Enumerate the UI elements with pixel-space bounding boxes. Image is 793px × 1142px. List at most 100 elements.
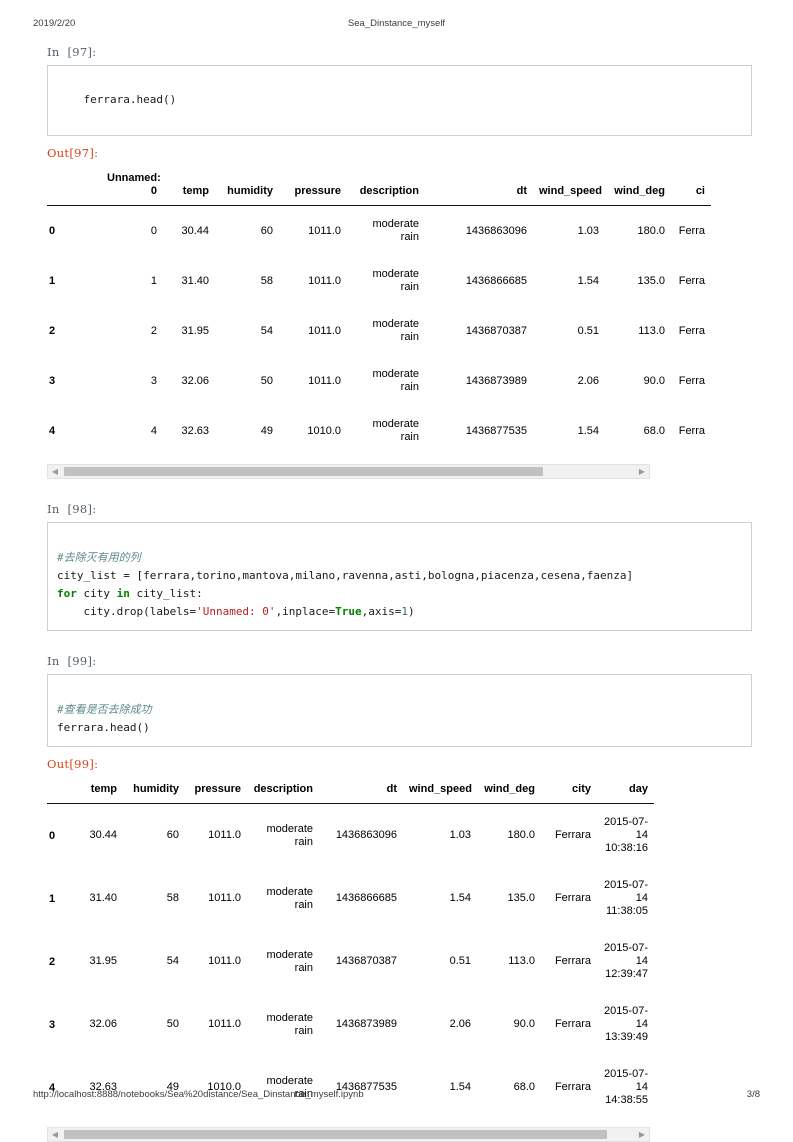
column-header-description: description xyxy=(247,780,319,804)
row-index: 1 xyxy=(49,892,56,905)
table-header-row: temp humidity pressure description dt wi… xyxy=(47,780,654,804)
cell-pressure: 1011.0 xyxy=(308,374,341,387)
row-index: 2 xyxy=(49,325,56,337)
cell-temp: 31.40 xyxy=(181,274,209,287)
cell-dt: 1436873989 xyxy=(335,1018,397,1030)
cell-description: moderate rain xyxy=(266,822,313,848)
dataframe-2-body: 0 30.44 60 1011.0 moderate rain 14368630… xyxy=(47,804,654,1120)
cell-wind-speed: 0.51 xyxy=(449,955,471,967)
table-row: 3 32.06 50 1011.0 moderate rain 14368739… xyxy=(47,993,654,1056)
cell-temp: 30.44 xyxy=(89,829,117,841)
cell-wind-speed: 1.54 xyxy=(577,424,599,437)
cell-dt: 1436863096 xyxy=(465,224,527,237)
cell-city: Ferra xyxy=(678,374,705,387)
index-header xyxy=(47,780,75,804)
cell-humidity: 60 xyxy=(260,224,273,237)
row-index: 4 xyxy=(49,425,56,437)
cell-description: moderate rain xyxy=(372,368,419,393)
cell-humidity: 49 xyxy=(260,424,273,437)
print-title: Sea_Dinstance_myself xyxy=(347,18,446,29)
cell-humidity: 54 xyxy=(260,324,273,337)
cell-city: Ferrara xyxy=(554,829,591,841)
code-string-unnamed: 'Unnamed: 0' xyxy=(196,605,276,618)
scrollbar-thumb[interactable] xyxy=(64,467,543,476)
notebook-body: In [97]: ferrara.head() Out[97]: Unnamed… xyxy=(47,44,752,1142)
cell-unnamed0: 0 xyxy=(150,224,157,237)
column-header-temp: temp xyxy=(163,169,215,206)
column-header-wind-deg: wind_deg xyxy=(605,169,671,206)
scroll-left-arrow-icon[interactable]: ◀ xyxy=(48,465,62,478)
code-cell-98[interactable]: #去除灭有用的列 city_list = [ferrara,torino,man… xyxy=(47,522,752,631)
column-header-humidity: humidity xyxy=(215,169,279,206)
cell-pressure: 1011.0 xyxy=(208,829,241,841)
cell-description: moderate rain xyxy=(266,1011,313,1037)
cell-pressure: 1011.0 xyxy=(208,892,241,904)
cell-pressure: 1011.0 xyxy=(308,324,341,337)
cell-dt: 1436870387 xyxy=(465,324,527,337)
cell-description: moderate rain xyxy=(372,268,419,293)
print-header: 2019/2/20 Sea_Dinstance_myself xyxy=(0,18,793,34)
code-comment-99: #查看是否去除成功 xyxy=(57,703,152,716)
code-cell-99[interactable]: #查看是否去除成功 ferrara.head() xyxy=(47,674,752,747)
cell-description: moderate rain xyxy=(266,885,313,911)
dataframe-table-2: temp humidity pressure description dt wi… xyxy=(47,780,654,1119)
cell-wind-speed: 1.03 xyxy=(577,224,599,237)
cell-wind-deg: 180.0 xyxy=(637,224,665,237)
table-row: 4 4 32.63 49 1010.0 moderate rain 143687… xyxy=(47,406,711,456)
cell-temp: 31.40 xyxy=(89,892,117,904)
column-header-day: day xyxy=(597,780,654,804)
row-index: 0 xyxy=(49,225,56,237)
cell-humidity: 50 xyxy=(166,1018,179,1030)
cell-humidity: 58 xyxy=(260,274,273,287)
dataframe-output-1: Unnamed: 0 temp humidity pressure descri… xyxy=(47,169,752,456)
cell-temp: 31.95 xyxy=(181,324,209,337)
cell-humidity: 49 xyxy=(166,1081,179,1093)
cell-wind-speed: 2.06 xyxy=(577,374,599,387)
table-row: 1 1 31.40 58 1011.0 moderate rain 143686… xyxy=(47,256,711,306)
dataframe-table-1: Unnamed: 0 temp humidity pressure descri… xyxy=(47,169,711,456)
scroll-right-arrow-icon[interactable]: ▶ xyxy=(635,1128,649,1141)
cell-temp: 32.06 xyxy=(89,1018,117,1030)
code-line-98-4a: city.drop(labels= xyxy=(57,605,197,618)
scroll-left-arrow-icon[interactable]: ◀ xyxy=(48,1128,62,1141)
cell-pressure: 1010.0 xyxy=(307,424,341,437)
scrollbar-thumb[interactable] xyxy=(64,1130,607,1139)
column-header-pressure: pressure xyxy=(279,169,347,206)
cell-dt: 1436863096 xyxy=(335,829,397,841)
scroll-right-arrow-icon[interactable]: ▶ xyxy=(635,465,649,478)
cell-wind-speed: 1.54 xyxy=(577,274,599,287)
cell-wind-speed: 1.03 xyxy=(449,829,471,841)
cell-dt: 1436877535 xyxy=(335,1081,397,1093)
cell-unnamed0: 4 xyxy=(150,424,157,437)
cell-wind-deg: 68.0 xyxy=(513,1081,535,1093)
row-index: 0 xyxy=(49,829,56,842)
cell-city: Ferrara xyxy=(554,1018,591,1030)
horizontal-scrollbar-1[interactable]: ◀ ▶ xyxy=(47,464,650,479)
column-header-dt: dt xyxy=(319,780,403,804)
cell-city: Ferra xyxy=(678,324,705,337)
table-header-row: Unnamed: 0 temp humidity pressure descri… xyxy=(47,169,711,206)
code-cell-97[interactable]: ferrara.head() xyxy=(47,65,752,136)
table-row: 2 31.95 54 1011.0 moderate rain 14368703… xyxy=(47,930,654,993)
code-line-99: ferrara.head() xyxy=(57,721,150,734)
cell-description: moderate rain xyxy=(372,418,419,443)
cell-pressure: 1011.0 xyxy=(208,955,241,967)
cell-description: moderate rain xyxy=(266,948,313,974)
horizontal-scrollbar-2[interactable]: ◀ ▶ xyxy=(47,1127,650,1142)
code-line-98-4b: ,inplace= xyxy=(275,605,336,618)
footer-url: http://localhost:8888/notebooks/Sea%20di… xyxy=(33,1089,364,1100)
index-header xyxy=(47,169,101,206)
cell-wind-speed: 1.54 xyxy=(449,1081,471,1093)
cell-dt: 1436866685 xyxy=(335,892,397,904)
cell-wind-deg: 90.0 xyxy=(643,374,665,387)
cell-unnamed0: 1 xyxy=(150,274,157,287)
cell-day: 2015-07-14 13:39:49 xyxy=(603,1005,648,1043)
out-prompt-99: Out[99]: xyxy=(47,757,99,771)
cell-unnamed0: 2 xyxy=(150,324,157,337)
dataframe-output-2: temp humidity pressure description dt wi… xyxy=(47,780,752,1119)
cell-city: Ferra xyxy=(678,424,705,437)
cell-unnamed0: 3 xyxy=(150,374,157,387)
code-keyword-in: in xyxy=(116,587,130,600)
row-index: 3 xyxy=(49,375,56,387)
cell-description: moderate rain xyxy=(266,1074,313,1100)
